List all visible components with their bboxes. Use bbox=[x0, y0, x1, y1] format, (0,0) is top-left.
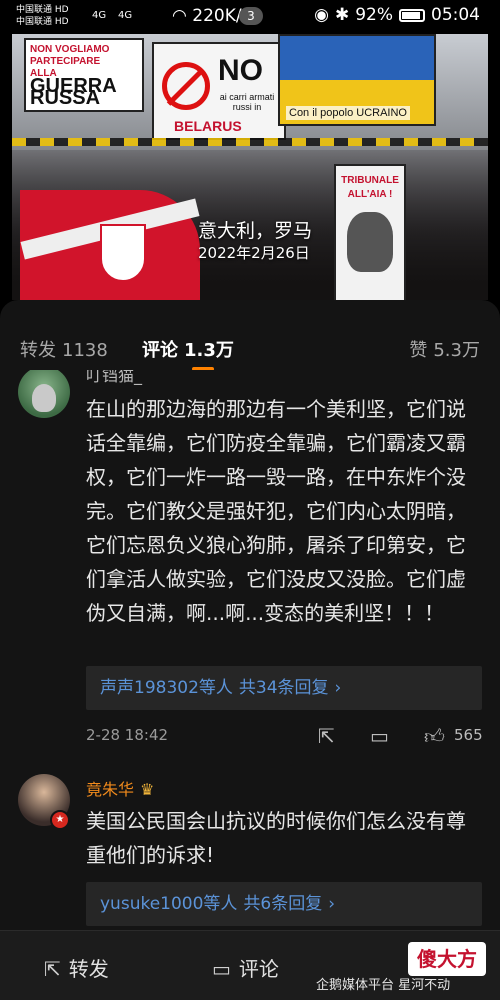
photo-caption-date: 2022年2月26日 bbox=[198, 244, 310, 262]
protest-sign-ukraine: Con il popolo UCRAINO bbox=[278, 34, 436, 126]
photo-caption-place: 意大利，罗马 bbox=[198, 220, 313, 242]
notification-badge: 3 bbox=[239, 7, 263, 25]
network-type-2: 4G bbox=[118, 10, 133, 21]
status-right: ◉ ✱ 92% 05:04 bbox=[314, 5, 480, 25]
replies-link[interactable]: yusuke1000等人 共6条回复 › bbox=[86, 882, 482, 926]
verified-badge-icon: ★ bbox=[50, 810, 70, 830]
tab-comment[interactable]: 评论 1.3万 bbox=[142, 336, 234, 362]
protest-sign-left: NON VOGLIAMO PARTECIPARE ALLA GUERRA RUS… bbox=[24, 38, 144, 112]
share-icon[interactable]: ⇱ bbox=[318, 724, 335, 748]
battery-icon bbox=[399, 8, 425, 22]
protest-sign-no: NO ai carri armati russi in BELARUS bbox=[152, 42, 286, 140]
comment-list[interactable]: 叮铛猫_ 在山的那边海的那边有一个美利坚，它们说话全靠编，它们防疫全靠骗，它们霸… bbox=[0, 370, 500, 930]
comment-username[interactable]: 叮铛猫_ bbox=[86, 370, 142, 386]
status-bar: 中国联通 HD 中国联通 HD 4G 4G ◠ 220K/s 3 ◉ ✱ 92%… bbox=[0, 0, 500, 34]
watermark-text: 企鹅媒体平台 星河不动 bbox=[316, 978, 451, 993]
chevron-right-icon: › bbox=[334, 678, 342, 698]
tab-like[interactable]: 赞 5.3万 bbox=[409, 336, 480, 362]
portrait-image bbox=[347, 212, 393, 272]
avatar[interactable] bbox=[18, 370, 70, 418]
watermark-logo: 傻大方 bbox=[408, 942, 486, 976]
comment-date: 2-28 18:42 bbox=[86, 726, 169, 744]
barrier-tape bbox=[12, 138, 488, 146]
comment-username[interactable]: 竟朱华 ♛ bbox=[86, 776, 154, 800]
coat-of-arms-icon bbox=[100, 224, 146, 282]
carrier-info: 中国联通 HD 中国联通 HD bbox=[16, 4, 69, 28]
bluetooth-icon: ✱ bbox=[334, 5, 350, 25]
repost-button[interactable]: ⇱ 转发 bbox=[44, 953, 109, 982]
post-photo[interactable]: NON VOGLIAMO PARTECIPARE ALLA GUERRA RUS… bbox=[12, 34, 488, 300]
tab-repost[interactable]: 转发 1138 bbox=[20, 336, 108, 362]
carrier-2: 中国联通 HD bbox=[16, 17, 69, 27]
share-icon: ⇱ bbox=[44, 957, 61, 981]
thumbs-up-icon[interactable]: 👍︎ bbox=[424, 724, 445, 749]
comment-button[interactable]: ▭ 评论 bbox=[212, 953, 279, 982]
comment-text: 美国公民国会山抗议的时候你们怎么没有尊重他们的诉求! bbox=[86, 809, 466, 867]
crown-icon: ♛ bbox=[140, 780, 155, 799]
comment-text: 在山的那边海的那边有一个美利坚，它们说话全靠编，它们防疫全靠骗，它们霸凌又霸权，… bbox=[86, 397, 466, 625]
chevron-right-icon: › bbox=[328, 894, 336, 914]
protest-sign-tribunal: TRIBUNALE ALL'AIA ! bbox=[334, 164, 406, 300]
replies-link[interactable]: 声声198302等人 共34条回复 › bbox=[86, 666, 482, 710]
belarus-flag bbox=[20, 190, 200, 300]
carrier-1: 中国联通 HD bbox=[16, 5, 69, 15]
no-symbol-icon bbox=[162, 62, 210, 110]
clock: 05:04 bbox=[431, 5, 480, 25]
network-type-1: 4G bbox=[92, 10, 107, 21]
wifi-icon: ◠ bbox=[172, 6, 187, 26]
comment-icon[interactable]: ▭ bbox=[370, 724, 389, 748]
comment-icon: ▭ bbox=[212, 957, 231, 981]
like-count: 565 bbox=[454, 726, 483, 744]
interaction-tabs: 转发 1138 评论 1.3万 赞 5.3万 bbox=[0, 300, 500, 371]
eye-icon: ◉ bbox=[314, 5, 329, 25]
battery-percent: 92% bbox=[355, 5, 393, 25]
